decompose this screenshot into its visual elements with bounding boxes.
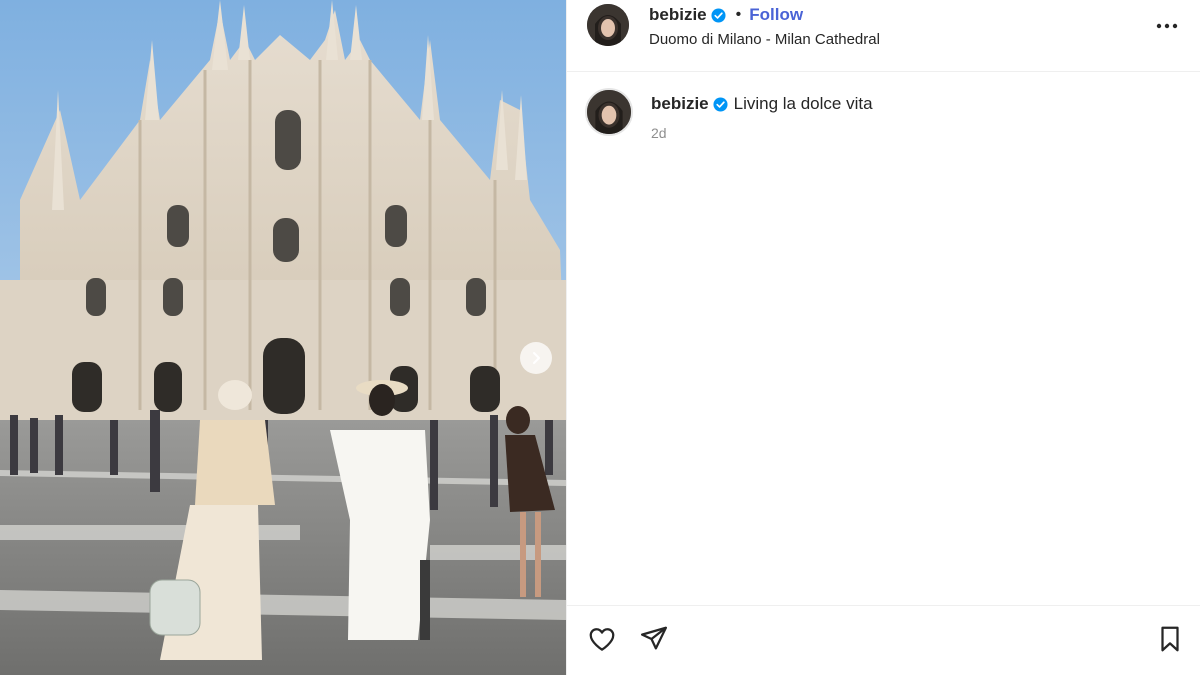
post-image[interactable]	[0, 0, 566, 675]
share-button[interactable]	[639, 624, 669, 654]
caption: bebizie Living la dolce vita	[651, 94, 873, 114]
avatar[interactable]	[587, 4, 629, 46]
heart-icon	[589, 628, 615, 651]
more-options-button[interactable]	[1155, 14, 1179, 38]
separator-dot: •	[735, 6, 742, 23]
caption-username[interactable]: bebizie	[651, 94, 709, 114]
save-button[interactable]	[1155, 624, 1185, 654]
more-options-icon	[1156, 23, 1178, 29]
username-link[interactable]: bebizie	[649, 5, 707, 25]
profile-photo	[587, 90, 631, 134]
verified-badge-icon	[713, 96, 728, 112]
chevron-right-icon	[533, 352, 540, 364]
bookmark-icon	[1161, 626, 1179, 652]
location-link[interactable]: Duomo di Milano - Milan Cathedral	[649, 31, 880, 48]
profile-photo	[587, 4, 629, 46]
post-details-panel: bebizie • Follow Duomo di Milano - Milan…	[566, 0, 1200, 675]
cathedral-photo	[0, 0, 566, 675]
post-header: bebizie • Follow Duomo di Milano - Milan…	[567, 0, 1200, 72]
action-bar	[567, 605, 1200, 675]
verified-badge-icon	[711, 7, 726, 23]
post-timestamp[interactable]: 2d	[651, 125, 667, 141]
like-button[interactable]	[587, 624, 617, 654]
paper-plane-icon	[641, 626, 667, 650]
header-username-row: bebizie • Follow	[649, 5, 803, 25]
follow-button[interactable]: Follow	[749, 5, 803, 25]
caption-avatar[interactable]	[585, 88, 633, 136]
next-image-button[interactable]	[520, 342, 552, 374]
caption-text: Living la dolce vita	[733, 94, 873, 113]
